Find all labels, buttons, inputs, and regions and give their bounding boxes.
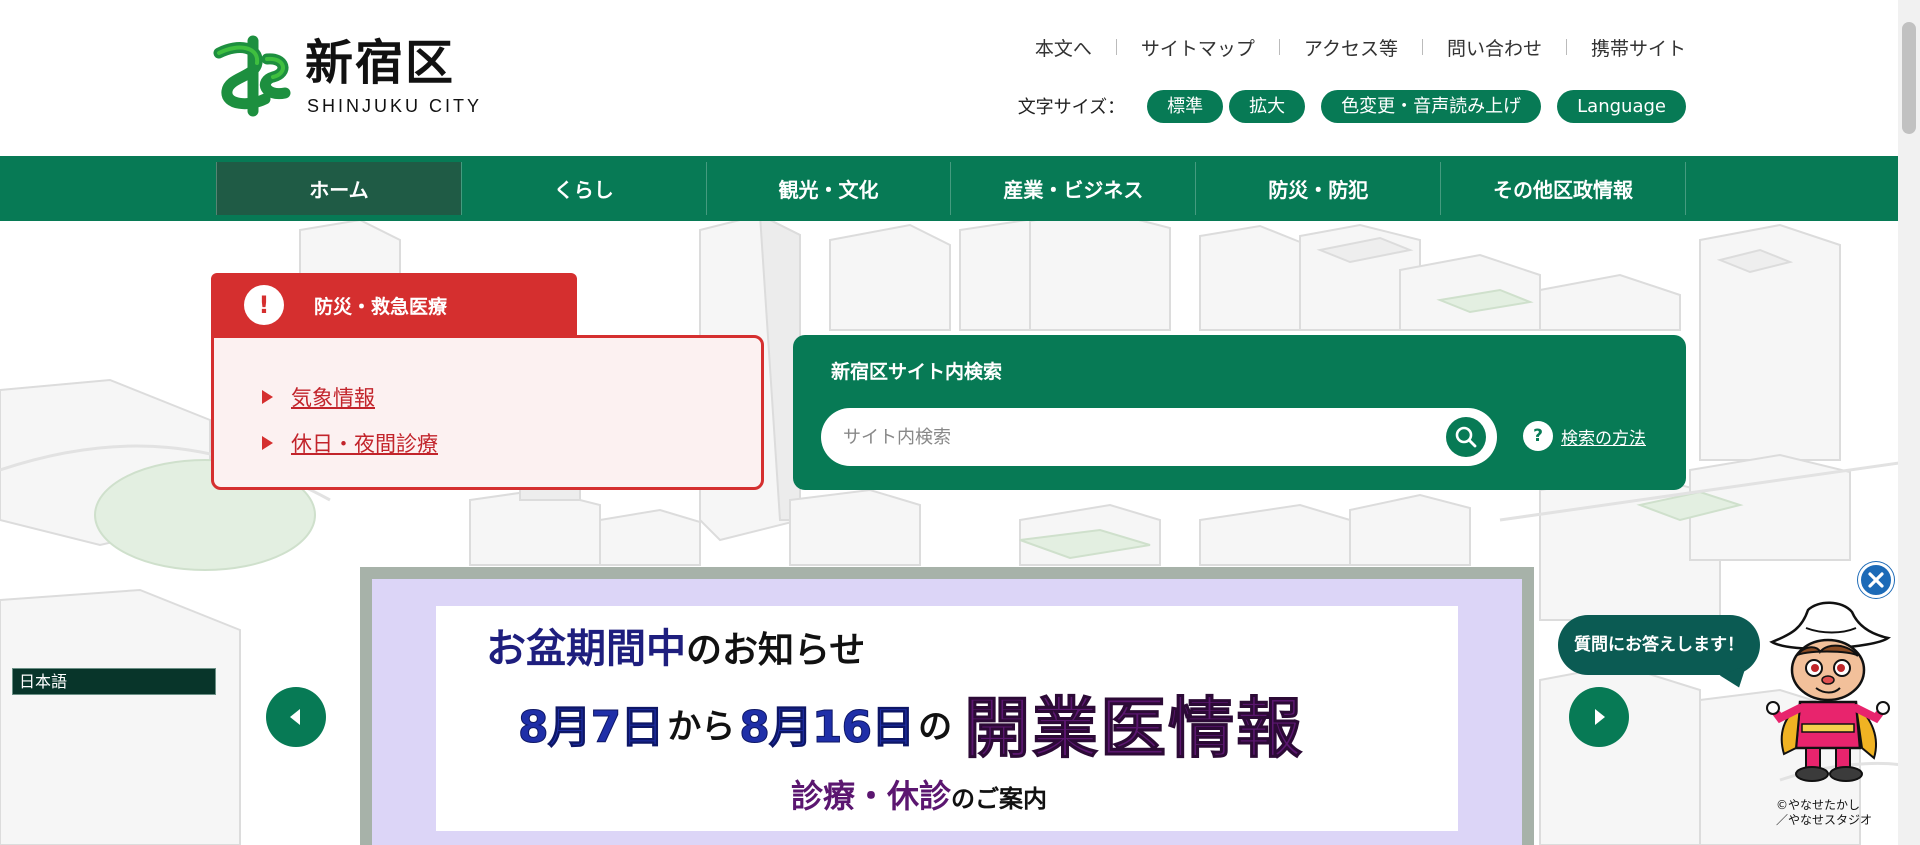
- exclamation-icon: !: [244, 285, 284, 325]
- banner-slider: お盆期間中のお知らせ 8月7日 から 8月16日 の 開業医情報 診療・休診のご…: [360, 567, 1534, 845]
- triangle-bullet-icon: [262, 390, 273, 404]
- search-icon: [1455, 426, 1477, 448]
- emergency-panel: 気象情報 休日・夜間診療: [211, 335, 764, 490]
- font-size-label: 文字サイズ：: [1017, 97, 1126, 118]
- accessibility-controls: 文字サイズ： 標準 拡大 色変更・音声読み上げ Language: [1018, 89, 1686, 123]
- utility-nav: 本文へ サイトマップ アクセス等 問い合わせ 携帯サイト: [1035, 34, 1686, 60]
- gnav-item-industry-business[interactable]: 産業・ビジネス: [950, 162, 1195, 215]
- slider-next-button[interactable]: [1569, 687, 1629, 747]
- banner-no: の: [918, 706, 953, 747]
- banner-subline: 診療・休診のご案内: [791, 771, 1047, 817]
- util-link-contact[interactable]: 問い合わせ: [1447, 34, 1542, 61]
- site-search-title: 新宿区サイト内検索: [831, 361, 1003, 383]
- search-help-link[interactable]: 検索の方法: [1561, 424, 1646, 449]
- util-link-main-content[interactable]: 本文へ: [1035, 34, 1092, 61]
- gnav-item-disaster-crime-prevention[interactable]: 防災・防犯: [1195, 162, 1440, 215]
- scrollbar-thumb[interactable]: [1902, 22, 1916, 134]
- search-input[interactable]: [843, 408, 1423, 466]
- emergency-link-item: 気象情報: [262, 374, 761, 420]
- site-search-panel: 新宿区サイト内検索 ? 検索の方法: [793, 335, 1686, 490]
- logo-name: 新宿区: [305, 35, 456, 91]
- util-separator: [1421, 39, 1423, 55]
- banner-date-from: 8月7日: [517, 702, 664, 754]
- util-link-mobile-site[interactable]: 携帯サイト: [1591, 34, 1686, 61]
- question-icon: ?: [1523, 421, 1553, 451]
- search-button[interactable]: [1446, 417, 1486, 457]
- close-icon: [1868, 572, 1884, 588]
- banner-main-line: 8月7日 から 8月16日 の 開業医情報: [517, 678, 1305, 768]
- chatbot-mascot-icon[interactable]: [1762, 598, 1894, 790]
- language-select[interactable]: 日本語: [12, 668, 216, 695]
- mascot-credit-line-1: ©やなせたかし: [1776, 798, 1861, 812]
- emergency-panel-title: 防災・救急医療: [314, 295, 448, 318]
- banner-subline-rest: のご案内: [951, 785, 1048, 813]
- chatbot-bubble[interactable]: 質問にお答えします！: [1558, 615, 1760, 675]
- shinjuku-logo-icon: [213, 35, 291, 117]
- page-scrollbar[interactable]: [1898, 0, 1920, 845]
- site-logo[interactable]: 新宿区 SHINJUKU CITY: [209, 33, 479, 117]
- weather-info-link[interactable]: 気象情報: [291, 382, 375, 412]
- global-nav-items: ホーム くらし 観光・文化 産業・ビジネス 防災・防犯 その他区政情報: [216, 162, 1686, 215]
- util-separator: [1565, 39, 1567, 55]
- banner-date-to: 8月16日: [739, 702, 916, 754]
- gnav-item-other-admin-info[interactable]: その他区政情報: [1440, 162, 1686, 215]
- gnav-item-tourism-culture[interactable]: 観光・文化: [705, 162, 951, 215]
- triangle-bullet-icon: [262, 436, 273, 450]
- color-change-speech-button[interactable]: 色変更・音声読み上げ: [1321, 89, 1542, 123]
- banner-heading: お盆期間中のお知らせ: [486, 624, 865, 676]
- util-separator: [1115, 39, 1117, 55]
- banner-card: お盆期間中のお知らせ 8月7日 から 8月16日 の 開業医情報 診療・休診のご…: [436, 606, 1458, 831]
- util-separator: [1278, 39, 1280, 55]
- gnav-item-living[interactable]: くらし: [460, 162, 706, 215]
- logo-subtitle: SHINJUKU CITY: [307, 96, 483, 116]
- emergency-link-item: 休日・夜間診療: [262, 420, 761, 466]
- chevron-right-icon: [1595, 709, 1605, 725]
- banner-big-title: 開業医情報: [964, 690, 1305, 768]
- banner-slide[interactable]: お盆期間中のお知らせ 8月7日 から 8月16日 の 開業医情報 診療・休診のご…: [372, 579, 1522, 845]
- banner-subline-emphasis: 診療・休診: [791, 777, 952, 815]
- emergency-panel-header: ! 防災・救急医療: [211, 273, 577, 337]
- mascot-credit: ©やなせたかし ／やなせスタジオ: [1776, 798, 1872, 828]
- mascot-credit-line-2: ／やなせスタジオ: [1776, 813, 1873, 827]
- chatbot-close-button[interactable]: [1858, 562, 1894, 598]
- language-button[interactable]: Language: [1557, 89, 1686, 123]
- search-field: [821, 408, 1497, 466]
- util-link-sitemap[interactable]: サイトマップ: [1141, 34, 1255, 61]
- chevron-left-icon: [290, 709, 300, 725]
- font-size-large-button[interactable]: 拡大: [1229, 89, 1306, 123]
- banner-heading-rest: のお知らせ: [686, 630, 866, 671]
- holiday-night-clinic-link[interactable]: 休日・夜間診療: [291, 428, 438, 458]
- search-help: ? 検索の方法: [1523, 421, 1646, 451]
- banner-kara: から: [667, 706, 736, 747]
- global-nav: ホーム くらし 観光・文化 産業・ビジネス 防災・防犯 その他区政情報: [0, 156, 1898, 221]
- util-link-access[interactable]: アクセス等: [1304, 34, 1398, 61]
- gnav-item-home[interactable]: ホーム: [216, 162, 461, 215]
- site-header: 新宿区 SHINJUKU CITY 本文へ サイトマップ アクセス等 問い合わせ…: [0, 0, 1898, 156]
- banner-heading-emphasis: お盆期間中: [486, 626, 686, 672]
- slider-prev-button[interactable]: [266, 687, 326, 747]
- font-size-standard-button[interactable]: 標準: [1147, 89, 1224, 123]
